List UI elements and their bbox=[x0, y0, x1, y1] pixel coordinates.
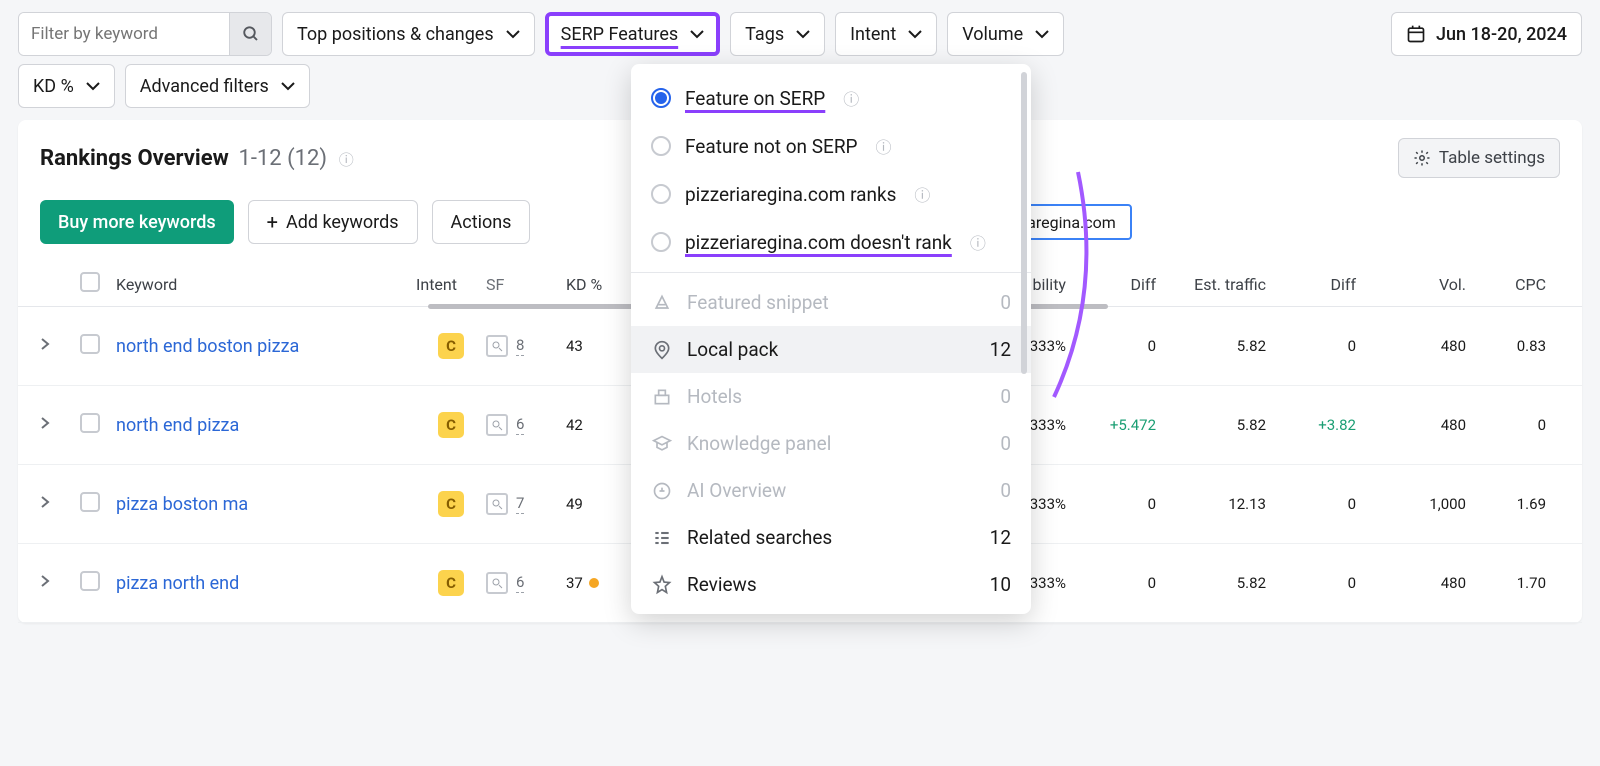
volume-filter[interactable]: Volume bbox=[947, 12, 1064, 56]
radio-icon bbox=[651, 232, 671, 252]
serp-features-icon[interactable] bbox=[486, 493, 508, 515]
dd-feature-item: Hotels0 bbox=[631, 373, 1031, 420]
keyword-link[interactable]: north end pizza bbox=[116, 415, 239, 436]
intent-badge: C bbox=[438, 491, 464, 517]
chevron-down-icon bbox=[506, 29, 520, 39]
chevron-down-icon bbox=[1035, 29, 1049, 39]
search-icon bbox=[242, 25, 260, 43]
col-sf[interactable]: SF bbox=[486, 275, 566, 294]
col-keyword[interactable]: Keyword bbox=[116, 275, 416, 294]
chevron-down-icon bbox=[690, 29, 704, 39]
row-checkbox[interactable] bbox=[80, 492, 100, 512]
tags-filter[interactable]: Tags bbox=[730, 12, 825, 56]
select-all-checkbox[interactable] bbox=[80, 272, 100, 292]
col-intent[interactable]: Intent bbox=[416, 275, 486, 294]
page-title: Rankings Overview 1-12 (12) ⓘ bbox=[40, 146, 354, 171]
keyword-filter-input[interactable] bbox=[19, 13, 229, 55]
col-diff2[interactable]: Diff bbox=[1266, 275, 1356, 294]
info-icon: ⓘ bbox=[914, 182, 930, 206]
feature-icon bbox=[651, 434, 673, 454]
actions-button[interactable]: Actions bbox=[432, 200, 531, 244]
dd-feature-item: Featured snippet0 bbox=[631, 279, 1031, 326]
dd-feature-item: Knowledge panel0 bbox=[631, 420, 1031, 467]
row-checkbox[interactable] bbox=[80, 571, 100, 591]
radio-checked-icon bbox=[651, 88, 671, 108]
keyword-link[interactable]: north end boston pizza bbox=[116, 336, 299, 357]
dd-feature-item: AI Overview0 bbox=[631, 467, 1031, 514]
keyword-link[interactable]: pizza boston ma bbox=[116, 494, 248, 515]
filter-toolbar-row2: KD % Advanced filters Feature on SERPⓘ F… bbox=[18, 64, 1582, 108]
dd-option-domain-ranks[interactable]: pizzeriaregina.com ranksⓘ bbox=[631, 170, 1031, 218]
feature-icon bbox=[651, 575, 673, 595]
feature-icon bbox=[651, 340, 673, 360]
serp-features-icon[interactable] bbox=[486, 572, 508, 594]
intent-badge: C bbox=[438, 412, 464, 438]
feature-icon bbox=[651, 481, 673, 501]
expand-row[interactable] bbox=[40, 337, 80, 355]
table-settings-button[interactable]: Table settings bbox=[1398, 138, 1560, 178]
intent-badge: C bbox=[438, 333, 464, 359]
info-icon: ⓘ bbox=[970, 230, 986, 254]
dd-feature-item[interactable]: Related searches12 bbox=[631, 514, 1031, 561]
keyword-filter bbox=[18, 12, 272, 56]
expand-row[interactable] bbox=[40, 574, 80, 592]
serp-features-dropdown: Feature on SERPⓘ Feature not on SERPⓘ pi… bbox=[631, 64, 1031, 614]
dd-option-domain-not-ranks[interactable]: pizzeriaregina.com doesn't rankⓘ bbox=[631, 218, 1031, 266]
dd-option-feature-on-serp[interactable]: Feature on SERPⓘ bbox=[631, 74, 1031, 122]
intent-badge: C bbox=[438, 570, 464, 596]
serp-features-filter[interactable]: SERP Features bbox=[545, 12, 721, 56]
add-keywords-button[interactable]: +Add keywords bbox=[248, 200, 418, 244]
col-cpc[interactable]: CPC bbox=[1466, 275, 1546, 294]
feature-icon bbox=[651, 387, 673, 407]
col-traffic[interactable]: Est. traffic bbox=[1156, 275, 1266, 294]
serp-features-icon[interactable] bbox=[486, 335, 508, 357]
expand-row[interactable] bbox=[40, 495, 80, 513]
row-checkbox[interactable] bbox=[80, 334, 100, 354]
dd-option-feature-not-on-serp[interactable]: Feature not on SERPⓘ bbox=[631, 122, 1031, 170]
top-positions-filter[interactable]: Top positions & changes bbox=[282, 12, 535, 56]
info-icon: ⓘ bbox=[843, 86, 859, 110]
keyword-link[interactable]: pizza north end bbox=[116, 573, 239, 594]
kd-filter[interactable]: KD % bbox=[18, 64, 115, 108]
calendar-icon bbox=[1406, 24, 1426, 44]
serp-features-icon[interactable] bbox=[486, 414, 508, 436]
search-button[interactable] bbox=[229, 13, 271, 55]
gear-icon bbox=[1413, 149, 1431, 167]
buy-keywords-button[interactable]: Buy more keywords bbox=[40, 200, 234, 244]
col-diff[interactable]: Diff bbox=[1066, 275, 1156, 294]
row-checkbox[interactable] bbox=[80, 413, 100, 433]
chevron-down-icon bbox=[908, 29, 922, 39]
feature-icon bbox=[651, 528, 673, 548]
chevron-down-icon bbox=[281, 81, 295, 91]
info-icon: ⓘ bbox=[339, 151, 354, 169]
advanced-filters[interactable]: Advanced filters bbox=[125, 64, 310, 108]
chevron-down-icon bbox=[86, 81, 100, 91]
dd-feature-item[interactable]: Reviews10 bbox=[631, 561, 1031, 608]
chevron-down-icon bbox=[796, 29, 810, 39]
info-icon: ⓘ bbox=[876, 134, 892, 158]
date-range-picker[interactable]: Jun 18-20, 2024 bbox=[1391, 12, 1582, 56]
col-volume[interactable]: Vol. bbox=[1356, 275, 1466, 294]
filter-toolbar: Top positions & changes SERP Features Ta… bbox=[18, 12, 1582, 56]
radio-icon bbox=[651, 184, 671, 204]
feature-icon bbox=[651, 293, 673, 313]
radio-icon bbox=[651, 136, 671, 156]
dd-feature-item[interactable]: Local pack12 bbox=[631, 326, 1031, 373]
intent-filter[interactable]: Intent bbox=[835, 12, 937, 56]
expand-row[interactable] bbox=[40, 416, 80, 434]
scrollbar[interactable] bbox=[1021, 72, 1027, 374]
